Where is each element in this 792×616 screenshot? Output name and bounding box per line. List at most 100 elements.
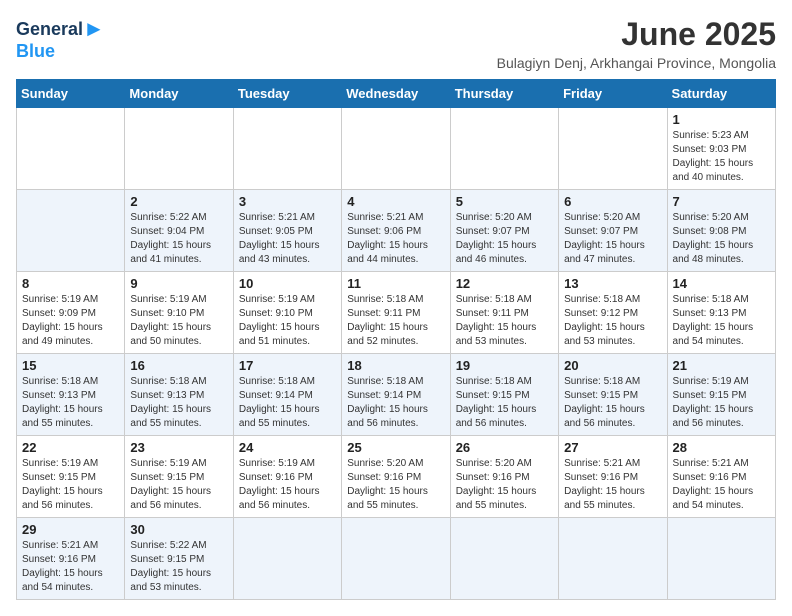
day-cell: 7Sunrise: 5:20 AMSunset: 9:08 PMDaylight… bbox=[667, 190, 775, 272]
day-cell: 24 Sunrise: 5:19 AMSunset: 9:16 PMDayligh… bbox=[233, 436, 341, 518]
day-info: Sunrise: 5:18 AMSunset: 9:11 PMDaylight:… bbox=[347, 294, 428, 347]
day-number: 11 bbox=[347, 276, 444, 291]
day-cell: 6Sunrise: 5:20 AMSunset: 9:07 PMDaylight… bbox=[559, 190, 667, 272]
day-cell: 16 Sunrise: 5:18 AMSunset: 9:13 PMDayligh… bbox=[125, 354, 233, 436]
day-info: Sunrise: 5:18 AMSunset: 9:15 PMDaylight:… bbox=[564, 376, 645, 429]
day-cell bbox=[667, 518, 775, 600]
day-info: Sunrise: 5:21 AMSunset: 9:16 PMDaylight:… bbox=[564, 458, 645, 511]
empty-cell bbox=[17, 190, 125, 272]
day-info: Sunrise: 5:18 AMSunset: 9:13 PMDaylight:… bbox=[130, 376, 211, 429]
day-number: 8 bbox=[22, 276, 119, 291]
day-number: 1 bbox=[673, 112, 770, 127]
logo-icon: ► bbox=[83, 16, 105, 42]
day-cell: 5 Sunrise: 5:20 AMSunset: 9:07 PMDaylight… bbox=[450, 190, 558, 272]
day-header-wednesday: Wednesday bbox=[342, 80, 450, 108]
calendar-title: June 2025 bbox=[497, 16, 776, 53]
day-cell: 8Sunrise: 5:19 AMSunset: 9:09 PMDaylight… bbox=[17, 272, 125, 354]
day-info: Sunrise: 5:20 AMSunset: 9:07 PMDaylight:… bbox=[564, 212, 645, 265]
day-number: 3 bbox=[239, 194, 336, 209]
day-cell: 22 Sunrise: 5:19 AMSunset: 9:15 PMDayligh… bbox=[17, 436, 125, 518]
logo-general: General bbox=[16, 20, 83, 38]
day-number: 16 bbox=[130, 358, 227, 373]
day-header-friday: Friday bbox=[559, 80, 667, 108]
day-cell: 28Sunrise: 5:21 AMSunset: 9:16 PMDayligh… bbox=[667, 436, 775, 518]
day-cell: 13Sunrise: 5:18 AMSunset: 9:12 PMDayligh… bbox=[559, 272, 667, 354]
day-cell: 3Sunrise: 5:21 AMSunset: 9:05 PMDaylight… bbox=[233, 190, 341, 272]
day-info: Sunrise: 5:21 AMSunset: 9:06 PMDaylight:… bbox=[347, 212, 428, 265]
empty-cell bbox=[17, 108, 125, 190]
day-number: 2 bbox=[130, 194, 227, 209]
day-number: 26 bbox=[456, 440, 553, 455]
day-info: Sunrise: 5:20 AMSunset: 9:16 PMDaylight:… bbox=[347, 458, 428, 511]
empty-cell bbox=[342, 108, 450, 190]
day-info: Sunrise: 5:19 AMSunset: 9:15 PMDaylight:… bbox=[130, 458, 211, 511]
day-cell: 29 Sunrise: 5:21 AMSunset: 9:16 PMDayligh… bbox=[17, 518, 125, 600]
day-number: 29 bbox=[22, 522, 119, 537]
day-cell: 21Sunrise: 5:19 AMSunset: 9:15 PMDayligh… bbox=[667, 354, 775, 436]
day-info: Sunrise: 5:19 AMSunset: 9:15 PMDaylight:… bbox=[22, 458, 103, 511]
logo-blue: Blue bbox=[16, 42, 55, 60]
day-cell: 20 Sunrise: 5:18 AMSunset: 9:15 PMDayligh… bbox=[559, 354, 667, 436]
day-cell bbox=[559, 518, 667, 600]
day-info: Sunrise: 5:18 AMSunset: 9:11 PMDaylight:… bbox=[456, 294, 537, 347]
day-number: 17 bbox=[239, 358, 336, 373]
day-cell: 15 Sunrise: 5:18 AMSunset: 9:13 PMDayligh… bbox=[17, 354, 125, 436]
day-cell bbox=[342, 518, 450, 600]
day-info: Sunrise: 5:19 AMSunset: 9:10 PMDaylight:… bbox=[130, 294, 211, 347]
day-cell: 4 Sunrise: 5:21 AMSunset: 9:06 PMDaylight… bbox=[342, 190, 450, 272]
day-number: 22 bbox=[22, 440, 119, 455]
day-info: Sunrise: 5:18 AMSunset: 9:14 PMDaylight:… bbox=[239, 376, 320, 429]
day-cell: 25Sunrise: 5:20 AMSunset: 9:16 PMDayligh… bbox=[342, 436, 450, 518]
day-info: Sunrise: 5:18 AMSunset: 9:15 PMDaylight:… bbox=[456, 376, 537, 429]
logo: General ► Blue bbox=[16, 16, 105, 60]
day-header-sunday: Sunday bbox=[17, 80, 125, 108]
day-number: 10 bbox=[239, 276, 336, 291]
day-info: Sunrise: 5:23 AMSunset: 9:03 PMDaylight:… bbox=[673, 130, 754, 183]
day-info: Sunrise: 5:21 AMSunset: 9:16 PMDaylight:… bbox=[22, 540, 103, 593]
day-number: 4 bbox=[347, 194, 444, 209]
day-cell bbox=[450, 518, 558, 600]
day-cell: 26 Sunrise: 5:20 AMSunset: 9:16 PMDayligh… bbox=[450, 436, 558, 518]
day-number: 5 bbox=[456, 194, 553, 209]
day-header-thursday: Thursday bbox=[450, 80, 558, 108]
day-number: 23 bbox=[130, 440, 227, 455]
day-number: 27 bbox=[564, 440, 661, 455]
day-info: Sunrise: 5:22 AMSunset: 9:04 PMDaylight:… bbox=[130, 212, 211, 265]
title-area: June 2025 Bulagiyn Denj, Arkhangai Provi… bbox=[497, 16, 776, 71]
calendar-table: SundayMondayTuesdayWednesdayThursdayFrid… bbox=[16, 79, 776, 600]
day-info: Sunrise: 5:19 AMSunset: 9:16 PMDaylight:… bbox=[239, 458, 320, 511]
day-number: 28 bbox=[673, 440, 770, 455]
day-cell: 17 Sunrise: 5:18 AMSunset: 9:14 PMDayligh… bbox=[233, 354, 341, 436]
day-info: Sunrise: 5:18 AMSunset: 9:13 PMDaylight:… bbox=[22, 376, 103, 429]
day-number: 15 bbox=[22, 358, 119, 373]
day-cell bbox=[233, 518, 341, 600]
day-info: Sunrise: 5:18 AMSunset: 9:14 PMDaylight:… bbox=[347, 376, 428, 429]
header: General ► Blue June 2025 Bulagiyn Denj, … bbox=[16, 16, 776, 71]
day-cell: 23 Sunrise: 5:19 AMSunset: 9:15 PMDayligh… bbox=[125, 436, 233, 518]
day-cell: 14Sunrise: 5:18 AMSunset: 9:13 PMDayligh… bbox=[667, 272, 775, 354]
day-info: Sunrise: 5:22 AMSunset: 9:15 PMDaylight:… bbox=[130, 540, 211, 593]
calendar-subtitle: Bulagiyn Denj, Arkhangai Province, Mongo… bbox=[497, 55, 776, 71]
day-number: 7 bbox=[673, 194, 770, 209]
empty-cell bbox=[559, 108, 667, 190]
day-header-monday: Monday bbox=[125, 80, 233, 108]
day-header-saturday: Saturday bbox=[667, 80, 775, 108]
day-cell: 12 Sunrise: 5:18 AMSunset: 9:11 PMDayligh… bbox=[450, 272, 558, 354]
empty-cell bbox=[450, 108, 558, 190]
calendar-header-row: SundayMondayTuesdayWednesdayThursdayFrid… bbox=[17, 80, 776, 108]
day-info: Sunrise: 5:20 AMSunset: 9:07 PMDaylight:… bbox=[456, 212, 537, 265]
day-number: 18 bbox=[347, 358, 444, 373]
day-number: 30 bbox=[130, 522, 227, 537]
empty-cell bbox=[233, 108, 341, 190]
day-header-tuesday: Tuesday bbox=[233, 80, 341, 108]
day-number: 20 bbox=[564, 358, 661, 373]
day-number: 24 bbox=[239, 440, 336, 455]
day-info: Sunrise: 5:20 AMSunset: 9:16 PMDaylight:… bbox=[456, 458, 537, 511]
day-number: 12 bbox=[456, 276, 553, 291]
day-cell: 1 Sunrise: 5:23 AMSunset: 9:03 PMDaylight… bbox=[667, 108, 775, 190]
day-number: 19 bbox=[456, 358, 553, 373]
day-number: 9 bbox=[130, 276, 227, 291]
day-cell: 30 Sunrise: 5:22 AMSunset: 9:15 PMDayligh… bbox=[125, 518, 233, 600]
empty-cell bbox=[125, 108, 233, 190]
day-cell: 2 Sunrise: 5:22 AMSunset: 9:04 PMDaylight… bbox=[125, 190, 233, 272]
